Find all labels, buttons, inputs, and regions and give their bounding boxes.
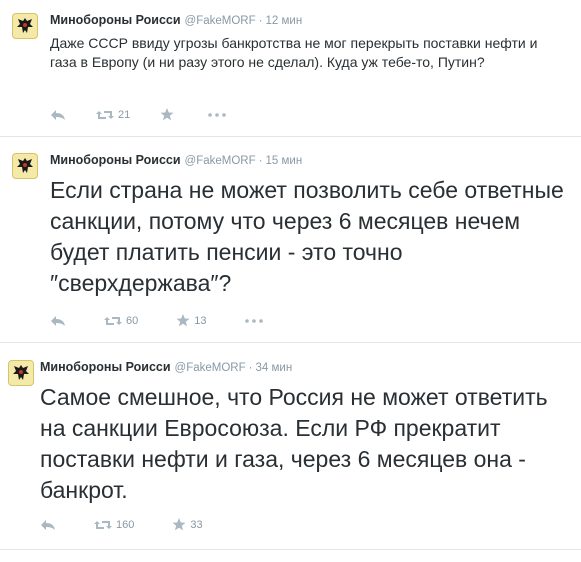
separator: · bbox=[248, 362, 253, 374]
author-name[interactable]: Минобороны Роисси bbox=[50, 153, 181, 167]
timestamp[interactable]: 12 мин bbox=[266, 15, 303, 27]
favorite-count: 33 bbox=[190, 518, 203, 531]
author-name[interactable]: Минобороны Роисси bbox=[40, 360, 171, 374]
favorite-button[interactable]: 13 bbox=[176, 314, 207, 327]
retweet-icon bbox=[96, 110, 114, 119]
retweet-count: 21 bbox=[118, 108, 131, 121]
retweet-count: 60 bbox=[126, 314, 139, 327]
tweet-1: Минобороны Роисси @FakeMORF · 12 мин Даже С… bbox=[0, 0, 581, 137]
retweet-count: 160 bbox=[116, 518, 135, 531]
favorite-count: 13 bbox=[194, 314, 207, 327]
tweet-header: Минобороны Роисси @FakeMORF · 34 мин bbox=[40, 360, 292, 374]
reply-icon bbox=[51, 109, 65, 120]
tweet-text: Даже СССР ввиду угрозы банкротства не мо… bbox=[50, 35, 538, 70]
favorite-button[interactable] bbox=[160, 108, 178, 121]
author-handle[interactable]: @FakeMORF bbox=[175, 362, 246, 374]
reply-button[interactable] bbox=[50, 315, 66, 327]
favorite-icon bbox=[176, 314, 190, 327]
retweet-icon bbox=[104, 316, 122, 325]
eagle-avatar-icon[interactable] bbox=[8, 360, 34, 386]
tweet-actions: 21 bbox=[50, 108, 227, 121]
tweet-3: Минобороны Роисси @FakeMORF · 34 мин Самое … bbox=[0, 350, 581, 550]
author-handle[interactable]: @FakeMORF bbox=[185, 15, 256, 27]
more-icon bbox=[244, 318, 263, 323]
favorite-icon bbox=[160, 108, 174, 121]
retweet-button[interactable]: 160 bbox=[94, 519, 134, 531]
retweet-button[interactable]: 60 bbox=[104, 315, 138, 327]
reply-button[interactable] bbox=[40, 519, 56, 531]
tweet-text: Если страна не может позволить себе отве… bbox=[50, 177, 564, 296]
tweet-2: Минобороны Роисси @FakeMORF · 15 мин Если с… bbox=[0, 143, 581, 343]
more-button[interactable] bbox=[244, 318, 263, 323]
retweet-icon bbox=[94, 520, 112, 529]
separator: · bbox=[258, 15, 263, 27]
retweet-button[interactable]: 21 bbox=[96, 109, 130, 121]
reply-button[interactable] bbox=[50, 109, 66, 121]
more-button[interactable] bbox=[208, 112, 227, 117]
separator: · bbox=[258, 155, 263, 167]
author-name[interactable]: Минобороны Роисси bbox=[50, 13, 181, 27]
eagle-avatar-icon[interactable] bbox=[12, 13, 38, 39]
tweet-actions: 160 33 bbox=[40, 518, 203, 531]
tweet-actions: 60 13 bbox=[50, 314, 263, 327]
tweet-text: Самое смешное, что Россия не может ответ… bbox=[40, 384, 548, 503]
favorite-icon bbox=[172, 518, 186, 531]
reply-icon bbox=[51, 315, 65, 326]
timestamp[interactable]: 34 мин bbox=[256, 362, 293, 374]
eagle-avatar-icon[interactable] bbox=[12, 153, 38, 179]
reply-icon bbox=[41, 519, 55, 530]
author-handle[interactable]: @FakeMORF bbox=[185, 155, 256, 167]
more-icon bbox=[208, 112, 227, 117]
timestamp[interactable]: 15 мин bbox=[266, 155, 303, 167]
tweet-header: Минобороны Роисси @FakeMORF · 15 мин bbox=[50, 153, 302, 167]
tweet-header: Минобороны Роисси @FakeMORF · 12 мин bbox=[50, 13, 302, 27]
favorite-button[interactable]: 33 bbox=[172, 518, 203, 531]
